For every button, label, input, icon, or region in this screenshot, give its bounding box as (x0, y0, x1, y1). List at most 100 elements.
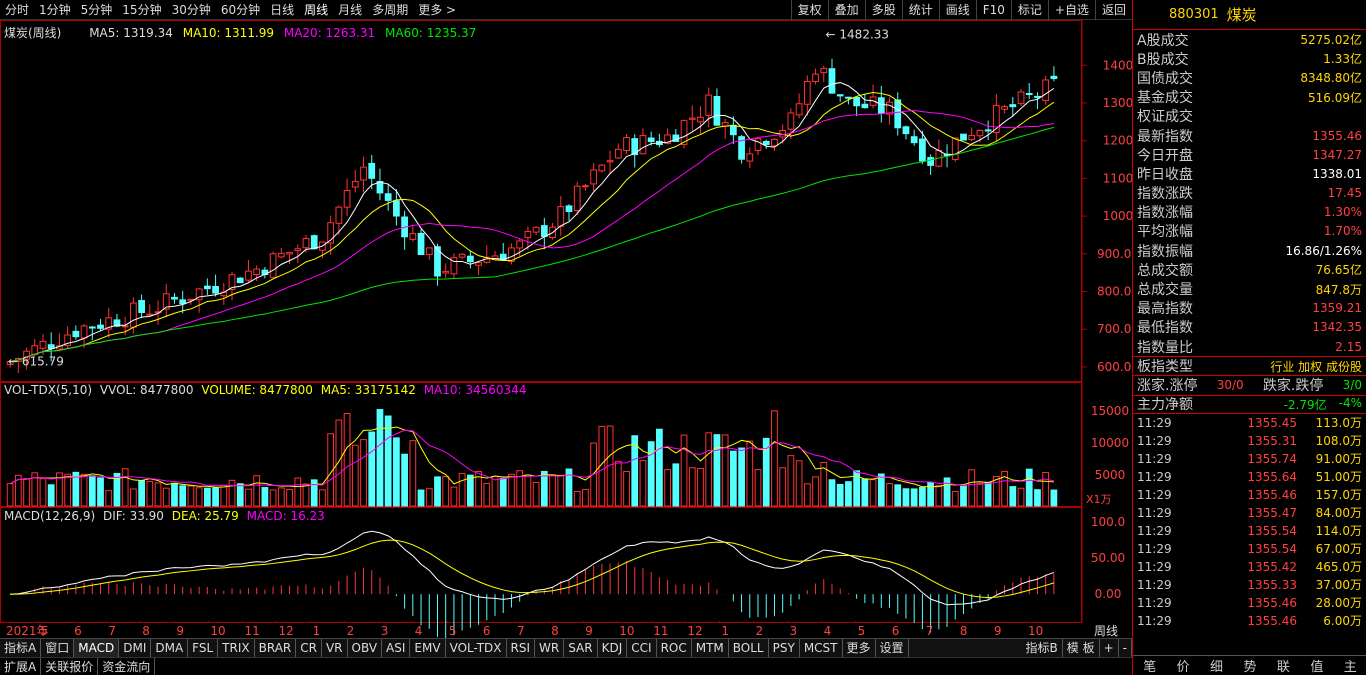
quote-row: 权证成交 (1133, 107, 1366, 126)
tool-4[interactable]: 画线 (938, 0, 976, 20)
indicator-right-0[interactable]: 指标B (1022, 639, 1063, 657)
candle-body (138, 300, 145, 313)
vol-unit: X1万 (1086, 493, 1112, 506)
indicator-tab-2[interactable]: MACD (74, 639, 120, 657)
panel-tab-2[interactable]: 细 (1210, 656, 1223, 675)
volume-bar (984, 481, 992, 507)
indicator-tab-3[interactable]: DMI (119, 639, 152, 657)
timeframe-9[interactable]: 多周期 (367, 1, 413, 18)
volume-bar (836, 483, 844, 507)
tick-cell: 1355.46 (1247, 613, 1297, 628)
indicator-tab-15[interactable]: WR (535, 639, 565, 657)
indicator-tab-25[interactable]: 设置 (876, 639, 909, 657)
indicator-tab-6[interactable]: TRIX (218, 639, 255, 657)
extension-tabs: 扩展A 关联报价 资金流向 (0, 657, 1132, 675)
timeframe-10[interactable]: 更多 > (413, 1, 461, 18)
y-tick-label: 1400 (1103, 58, 1132, 72)
tick-cell: 11:29 (1137, 595, 1172, 610)
volume-bar (146, 480, 154, 507)
timeframe-3[interactable]: 15分钟 (117, 1, 166, 18)
timeframe-8[interactable]: 月线 (333, 1, 367, 18)
timeframe-0[interactable]: 分时 (0, 1, 34, 18)
tool-5[interactable]: F10 (975, 0, 1011, 20)
tick-list[interactable]: 11:29 1355.45 113.0万 11:29 1355.31 108.0万 11:2… (1133, 414, 1366, 630)
indicator-right-1[interactable]: 模 板 (1063, 639, 1100, 657)
indicator-tab-5[interactable]: FSL (188, 639, 219, 657)
ma20-label: MA20: 1263.31 (283, 26, 376, 40)
panel-tab-1[interactable]: 价 (1177, 656, 1190, 675)
timeframe-6[interactable]: 日线 (265, 1, 299, 18)
tool-1[interactable]: 叠加 (827, 0, 865, 20)
indicator-tab-24[interactable]: 更多 (843, 639, 876, 657)
indicator-tab-23[interactable]: MCST (800, 639, 843, 657)
panel-tab-3[interactable]: 势 (1243, 656, 1256, 675)
tick-row: 11:29 1355.74 91.00万 (1133, 450, 1366, 468)
tick-row: 11:29 1355.54 67.00万 (1133, 540, 1366, 558)
chart-area[interactable]: 14001300120011001000900.00800.00700.0060… (0, 20, 1132, 638)
flow-row: 主力净额 -2.79亿 -4% (1133, 394, 1366, 414)
indicator-tab-22[interactable]: PSY (769, 639, 800, 657)
extension-tab-0[interactable]: 扩展A (0, 657, 42, 675)
tick-cell: 11:29 (1137, 613, 1172, 628)
candle-body (754, 138, 762, 151)
quote-label: 平均涨幅 (1137, 224, 1193, 241)
volume-bar (1009, 486, 1017, 507)
indicator-tab-10[interactable]: OBV (348, 639, 383, 657)
vol-tick-label: 15000 (1091, 404, 1129, 418)
tick-cell: 465.0万 (1315, 560, 1362, 575)
indicator-tab-0[interactable]: 指标A (0, 639, 42, 657)
candle-body (557, 206, 565, 227)
quote-row: 指数涨跌 17.45 (1133, 184, 1366, 203)
indicator-tabs-right: 指标B 模 板 + - (1022, 639, 1132, 657)
timeframe-5[interactable]: 60分钟 (216, 1, 265, 18)
panel-tab-6[interactable]: 主 (1344, 656, 1357, 675)
tool-2[interactable]: 多股 (864, 0, 902, 20)
quote-row: 基金成交 516.09亿 (1133, 88, 1366, 107)
indicator-tab-19[interactable]: ROC (657, 639, 692, 657)
indicator-right-3[interactable]: - (1119, 639, 1132, 657)
quote-value: 1.70% (1323, 224, 1362, 239)
volume-bar (968, 469, 976, 507)
tool-7[interactable]: +自选 (1047, 0, 1095, 20)
tick-cell: 113.0万 (1315, 416, 1362, 431)
tick-row: 11:29 1355.33 37.00万 (1133, 576, 1366, 594)
macd-legend: MACD(12,26,9) DIF: 33.90 DEA: 25.79 MACD… (4, 509, 325, 523)
indicator-tab-18[interactable]: CCI (627, 639, 657, 657)
candle-body (343, 190, 351, 208)
indicator-tab-21[interactable]: BOLL (729, 639, 769, 657)
indicator-tab-8[interactable]: CR (296, 639, 322, 657)
timeframe-7[interactable]: 周线 (299, 1, 333, 18)
volume-bar (795, 460, 803, 507)
indicator-tab-20[interactable]: MTM (692, 639, 729, 657)
quote-value: 5275.02亿 (1300, 33, 1362, 48)
indicator-tab-1[interactable]: 窗口 (41, 639, 75, 657)
volume-bar (746, 440, 754, 507)
tool-6[interactable]: 标记 (1010, 0, 1048, 20)
extension-tab-2[interactable]: 资金流向 (98, 657, 156, 675)
extension-tab-1[interactable]: 关联报价 (41, 657, 99, 675)
timeframe-1[interactable]: 1分钟 (34, 1, 76, 18)
quote-label: 总成交量 (1137, 282, 1193, 299)
panel-tab-4[interactable]: 联 (1277, 656, 1290, 675)
indicator-tab-16[interactable]: SAR (564, 639, 598, 657)
indicator-tab-17[interactable]: KDJ (598, 639, 628, 657)
tool-8[interactable]: 返回 (1094, 0, 1132, 20)
volume-bar (779, 467, 787, 507)
panel-tab-0[interactable]: 笔 (1143, 656, 1156, 675)
indicator-tab-4[interactable]: DMA (151, 639, 189, 657)
timeframe-2[interactable]: 5分钟 (76, 1, 118, 18)
tool-0[interactable]: 复权 (790, 0, 828, 20)
candle-body (80, 325, 88, 339)
panel-tab-5[interactable]: 值 (1310, 656, 1323, 675)
indicator-tab-12[interactable]: EMV (410, 639, 446, 657)
timeframe-4[interactable]: 30分钟 (167, 1, 216, 18)
indicator-tab-7[interactable]: BRAR (255, 639, 297, 657)
indicator-tab-13[interactable]: VOL-TDX (446, 639, 507, 657)
indicator-tab-14[interactable]: RSI (507, 639, 536, 657)
indicator-tab-9[interactable]: VR (322, 639, 348, 657)
tool-3[interactable]: 统计 (901, 0, 939, 20)
indicator-right-2[interactable]: + (1100, 639, 1119, 657)
tick-cell: 28.00万 (1315, 596, 1362, 611)
candle-body (335, 206, 343, 224)
indicator-tab-11[interactable]: ASI (382, 639, 411, 657)
